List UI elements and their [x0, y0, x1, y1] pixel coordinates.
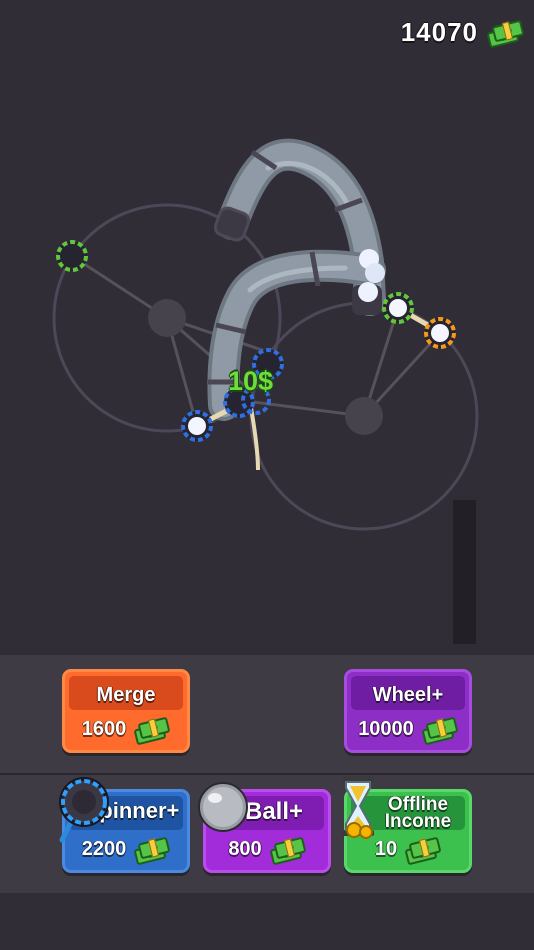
merge-label: Merge	[96, 684, 156, 706]
cash-stack-icon	[420, 714, 459, 746]
merge-price: 1600	[81, 717, 127, 740]
money-amount: 14070	[400, 16, 478, 47]
money-counter: 14070	[401, 12, 526, 52]
cash-stack-icon	[268, 834, 307, 866]
merge-button[interactable]: Merge 1600	[62, 669, 190, 753]
hourglass-coins-icon	[342, 776, 374, 839]
spinner-green[interactable]	[382, 292, 414, 324]
wheel-plus-button[interactable]: Wheel+ 10000	[344, 669, 472, 753]
cash-stack-icon	[132, 834, 171, 866]
wheel-plus-label: Wheel+	[372, 684, 444, 706]
cash-stack-icon	[132, 714, 171, 746]
ball-plus-price: 800	[228, 837, 262, 860]
floating-reward-text: 10$	[228, 366, 274, 396]
spinner-blue[interactable]	[181, 410, 213, 442]
ball-icon	[198, 782, 248, 832]
magnifier-spinner-icon	[59, 777, 109, 843]
progress-track	[453, 500, 476, 644]
offline-income-price: 10	[374, 837, 398, 860]
cash-stack-icon	[484, 15, 526, 49]
spinner-orange[interactable]	[424, 317, 456, 349]
offline-income-label-line2: Income	[384, 811, 452, 832]
cash-stack-icon	[403, 834, 442, 866]
wheel-plus-price: 10000	[358, 717, 414, 740]
spinner-green-empty[interactable]	[56, 240, 88, 272]
wheel-hub-right[interactable]	[345, 397, 383, 435]
wheel-hub-left[interactable]	[148, 299, 186, 337]
